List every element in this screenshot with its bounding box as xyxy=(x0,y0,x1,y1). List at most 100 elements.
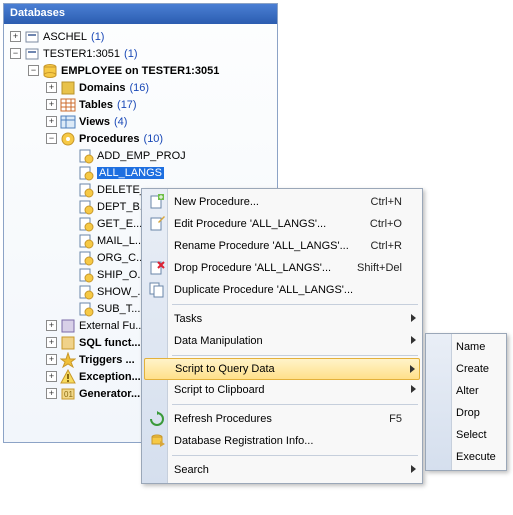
edit-procedure-icon xyxy=(149,216,165,232)
menu-label: Refresh Procedures xyxy=(174,413,369,425)
procedure-icon xyxy=(78,250,94,266)
exception-icon xyxy=(60,369,76,385)
tree-node-domains[interactable]: + Domains (16) xyxy=(6,79,275,96)
tree-label: Generator... xyxy=(79,388,140,400)
procedure-icon xyxy=(78,301,94,317)
tree-node-procedures[interactable]: − Procedures (10) xyxy=(6,130,275,147)
table-icon xyxy=(60,97,76,113)
generator-icon: 01 xyxy=(60,386,76,402)
database-info-icon xyxy=(149,433,165,449)
expand-icon[interactable]: + xyxy=(46,82,57,93)
tree-count: (1) xyxy=(124,48,137,60)
expand-icon[interactable]: + xyxy=(46,354,57,365)
expand-icon[interactable]: + xyxy=(46,371,57,382)
panel-title: Databases xyxy=(4,4,277,24)
tree-count: (17) xyxy=(117,99,137,111)
tree-label: GET_E... xyxy=(97,218,142,230)
menu-label: Duplicate Procedure 'ALL_LANGS'... xyxy=(174,284,402,296)
menu-refresh-procedures[interactable]: Refresh Procedures F5 xyxy=(144,408,420,430)
collapse-icon[interactable]: − xyxy=(10,48,21,59)
collapse-icon[interactable]: − xyxy=(46,133,57,144)
menu-rename-procedure[interactable]: Rename Procedure 'ALL_LANGS'... Ctrl+R xyxy=(144,235,420,257)
submenu-arrow-icon xyxy=(410,365,415,373)
menu-script-to-clipboard[interactable]: Script to Clipboard xyxy=(144,379,420,401)
tree-label: ASCHEL xyxy=(43,31,87,43)
menu-data-manipulation[interactable]: Data Manipulation xyxy=(144,330,420,352)
submenu-arrow-icon xyxy=(411,314,416,322)
view-icon xyxy=(60,114,76,130)
menu-search[interactable]: Search xyxy=(144,459,420,481)
tree-label: Exception... xyxy=(79,371,141,383)
tree-label: Triggers ... xyxy=(79,354,135,366)
menu-label: Select xyxy=(456,429,496,441)
tree-node-views[interactable]: + Views (4) xyxy=(6,113,275,130)
collapse-icon[interactable]: − xyxy=(28,65,39,76)
tree-node-tables[interactable]: + Tables (17) xyxy=(6,96,275,113)
menu-label: Drop Procedure 'ALL_LANGS'... xyxy=(174,262,337,274)
expand-icon[interactable]: + xyxy=(46,337,57,348)
tree-label: Procedures xyxy=(79,133,140,145)
menu-label: Drop xyxy=(456,407,496,419)
menu-label: Rename Procedure 'ALL_LANGS'... xyxy=(174,240,351,252)
procedure-icon xyxy=(78,165,94,181)
menu-script-to-query-data[interactable]: Script to Query Data xyxy=(144,358,420,380)
menu-separator xyxy=(172,455,418,456)
tree-label: Domains xyxy=(79,82,125,94)
svg-text:01: 01 xyxy=(64,390,73,399)
tree-label: Tables xyxy=(79,99,113,111)
drop-procedure-icon xyxy=(149,260,165,276)
menu-new-procedure[interactable]: New Procedure... Ctrl+N xyxy=(144,191,420,213)
menu-shortcut: F5 xyxy=(389,413,402,425)
procedure-icon xyxy=(78,267,94,283)
tree-label: External Fu... xyxy=(79,320,144,332)
procedure-icon xyxy=(78,182,94,198)
menu-label: Search xyxy=(174,464,402,476)
submenu-select[interactable]: Select xyxy=(428,424,504,446)
expand-icon[interactable]: + xyxy=(10,31,21,42)
expand-icon[interactable]: + xyxy=(46,388,57,399)
menu-shortcut: Shift+Del xyxy=(357,262,402,274)
menu-tasks[interactable]: Tasks xyxy=(144,308,420,330)
menu-edit-procedure[interactable]: Edit Procedure 'ALL_LANGS'... Ctrl+O xyxy=(144,213,420,235)
tree-node-procedure[interactable]: ADD_EMP_PROJ xyxy=(6,147,275,164)
tree-count: (1) xyxy=(91,31,104,43)
external-function-icon xyxy=(60,318,76,334)
menu-label: Tasks xyxy=(174,313,402,325)
tree-node-database[interactable]: − EMPLOYEE on TESTER1:3051 xyxy=(6,62,275,79)
submenu-alter[interactable]: Alter xyxy=(428,380,504,402)
refresh-icon xyxy=(149,411,165,427)
expand-icon[interactable]: + xyxy=(46,320,57,331)
menu-drop-procedure[interactable]: Drop Procedure 'ALL_LANGS'... Shift+Del xyxy=(144,257,420,279)
menu-shortcut: Ctrl+O xyxy=(370,218,402,230)
trigger-icon xyxy=(60,352,76,368)
tree-node-tester[interactable]: − TESTER1:3051 (1) xyxy=(6,45,275,62)
menu-label: Alter xyxy=(456,385,496,397)
menu-separator xyxy=(172,304,418,305)
tree-label: ADD_EMP_PROJ xyxy=(97,150,186,162)
submenu-create[interactable]: Create xyxy=(428,358,504,380)
tree-count: (10) xyxy=(144,133,164,145)
tree-node-procedure[interactable]: ALL_LANGS xyxy=(6,164,275,181)
menu-shortcut: Ctrl+N xyxy=(371,196,402,208)
submenu-execute[interactable]: Execute xyxy=(428,446,504,468)
menu-label: Name xyxy=(456,341,496,353)
menu-label: Create xyxy=(456,363,496,375)
submenu-name[interactable]: Name xyxy=(428,336,504,358)
expand-icon[interactable]: + xyxy=(46,116,57,127)
expand-icon[interactable]: + xyxy=(46,99,57,110)
menu-label: Edit Procedure 'ALL_LANGS'... xyxy=(174,218,350,230)
domain-icon xyxy=(60,80,76,96)
menu-label: New Procedure... xyxy=(174,196,351,208)
tree-label: ORG_C... xyxy=(97,252,145,264)
duplicate-procedure-icon xyxy=(149,282,165,298)
tree-node-aschel[interactable]: + ASCHEL (1) xyxy=(6,28,275,45)
tree-label: SHIP_O... xyxy=(97,269,147,281)
tree-label: TESTER1:3051 xyxy=(43,48,120,60)
menu-database-registration-info[interactable]: Database Registration Info... xyxy=(144,430,420,452)
procedure-folder-icon xyxy=(60,131,76,147)
menu-label: Data Manipulation xyxy=(174,335,402,347)
tree-label: SUB_T... xyxy=(97,303,140,315)
server-icon xyxy=(24,29,40,45)
submenu-drop[interactable]: Drop xyxy=(428,402,504,424)
menu-duplicate-procedure[interactable]: Duplicate Procedure 'ALL_LANGS'... xyxy=(144,279,420,301)
